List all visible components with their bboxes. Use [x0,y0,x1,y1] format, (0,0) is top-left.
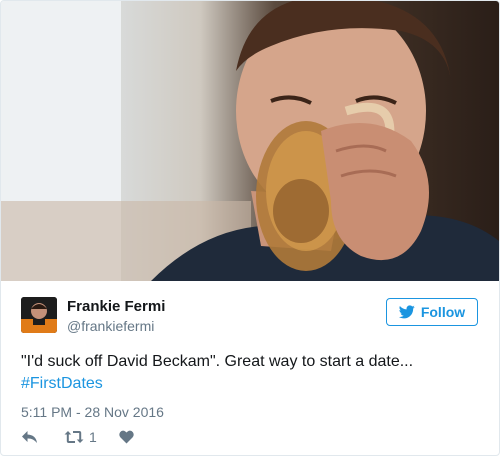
author-handle[interactable]: @frankiefermi [67,318,154,334]
follow-button-label: Follow [420,304,466,320]
tweet-actions: 1 [21,427,134,447]
tweet-photo-image [1,1,499,281]
tweet-text-content: "I'd suck off David Beckam". Great way t… [21,353,414,370]
like-button[interactable] [119,430,134,444]
tweet-text: "I'd suck off David Beckam". Great way t… [21,351,481,395]
reply-button[interactable] [21,430,38,444]
retweet-count: 1 [89,429,97,445]
retweet-icon [64,431,84,443]
twitter-bird-icon [398,305,415,319]
heart-icon [119,430,134,444]
hashtag-link[interactable]: #FirstDates [21,373,481,395]
tweet-photo[interactable] [1,1,499,281]
author-name[interactable]: Frankie Fermi [67,298,165,315]
follow-button[interactable]: Follow [386,298,478,326]
avatar[interactable] [21,297,57,333]
retweet-button[interactable]: 1 [64,429,97,445]
avatar-image [21,297,57,333]
reply-icon [22,431,37,443]
tweet-card: Frankie Fermi @frankiefermi Follow "I'd … [0,0,500,456]
tweet-timestamp[interactable]: 5:11 PM - 28 Nov 2016 [21,404,164,420]
